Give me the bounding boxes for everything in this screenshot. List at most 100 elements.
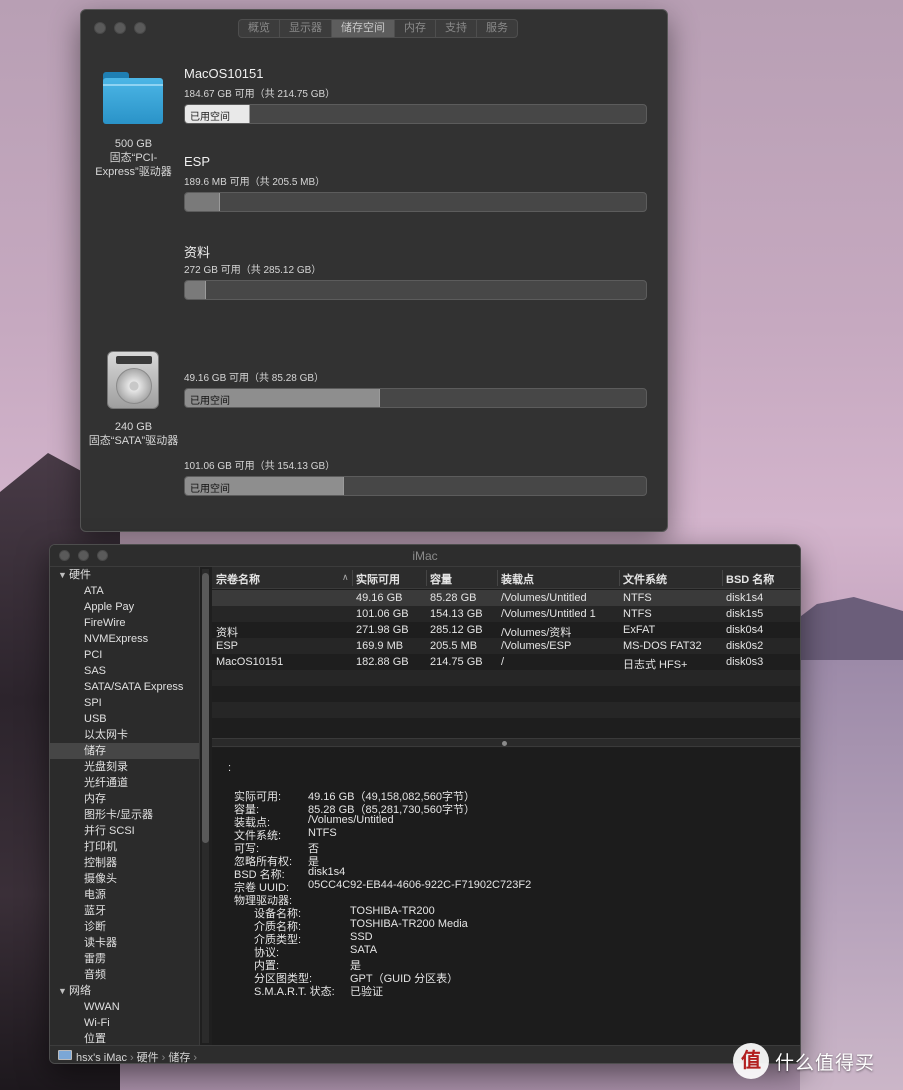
imac-icon bbox=[58, 1050, 72, 1060]
table-row[interactable]: MacOS10151 182.88 GB 214.75 GB / 日志式 HFS+ dis… bbox=[212, 654, 800, 671]
storage-bar[interactable] bbox=[184, 192, 647, 212]
table-row[interactable]: ESP 169.9 MB 205.5 MB/Volumes/ESP MS-DOS FA… bbox=[212, 638, 800, 654]
storage-bar[interactable]: 已用空间 bbox=[184, 388, 647, 408]
sidebar-item[interactable]: PCI bbox=[50, 647, 199, 663]
sort-ascending-icon[interactable]: ∧ bbox=[342, 572, 349, 583]
content-pane: 宗卷名称 ∧ 实际可用 容量 装载点 文件系统 BSD 名称 49.16 GB 8… bbox=[212, 567, 800, 1045]
disclosure-triangle-icon[interactable]: ▼ bbox=[58, 983, 69, 999]
sidebar-item[interactable]: 音频 bbox=[50, 967, 199, 983]
divider-handle-icon[interactable] bbox=[502, 741, 507, 746]
sidebar-item[interactable]: 打印机 bbox=[50, 839, 199, 855]
sidebar-item[interactable]: 光纤通道 bbox=[50, 775, 199, 791]
cell-bsd-name: disk0s3 bbox=[726, 656, 764, 668]
sidebar-item[interactable]: 位置 bbox=[50, 1031, 199, 1045]
breadcrumb-hardware[interactable]: 硬件 bbox=[137, 1052, 159, 1063]
physical-drive-value: TOSHIBA-TR200 bbox=[350, 905, 435, 917]
cell-capacity: 285.12 GB bbox=[430, 624, 483, 636]
tab-displays[interactable]: 显示器 bbox=[280, 20, 332, 37]
cell-capacity: 154.13 GB bbox=[430, 608, 483, 620]
cell-mount-point: /Volumes/Untitled bbox=[501, 592, 587, 604]
volume-available: 49.16 GB 可用（共 85.28 GB） bbox=[184, 373, 325, 384]
cell-available: 49.16 GB bbox=[356, 592, 403, 604]
scrollbar-thumb[interactable] bbox=[202, 573, 209, 843]
sidebar-item[interactable]: SPI bbox=[50, 695, 199, 711]
empty-table-row bbox=[212, 702, 800, 718]
sidebar-group[interactable]: ▼ 网络 bbox=[50, 983, 199, 999]
sidebar-item[interactable]: 摄像头 bbox=[50, 871, 199, 887]
cell-available: 182.88 GB bbox=[356, 656, 409, 668]
storage-bar[interactable]: 已用空间 bbox=[184, 104, 647, 124]
physical-drive-value: 已验证 bbox=[350, 986, 383, 998]
column-divider[interactable] bbox=[426, 570, 427, 586]
sidebar-item[interactable]: 控制器 bbox=[50, 855, 199, 871]
column-divider[interactable] bbox=[619, 570, 620, 586]
sidebar-scrollbar[interactable] bbox=[202, 569, 209, 1043]
sidebar-item[interactable]: Wi-Fi bbox=[50, 1015, 199, 1031]
window-title: iMac bbox=[412, 549, 438, 563]
sidebar-item[interactable]: 诊断 bbox=[50, 919, 199, 935]
used-space-label: 已用空间 bbox=[190, 484, 230, 495]
sidebar-item[interactable]: SATA/SATA Express bbox=[50, 679, 199, 695]
column-divider[interactable] bbox=[497, 570, 498, 586]
cell-file-system: MS-DOS FAT32 bbox=[623, 640, 702, 652]
sidebar-item[interactable]: 以太网卡 bbox=[50, 727, 199, 743]
sidebar-item[interactable]: WWAN bbox=[50, 999, 199, 1015]
minimize-button[interactable] bbox=[114, 22, 126, 34]
sidebar-item[interactable]: 内存 bbox=[50, 791, 199, 807]
column-header-available[interactable]: 实际可用 bbox=[356, 571, 400, 587]
table-row[interactable]: 101.06 GB 154.13 GB/Volumes/Untitled 1 NTF… bbox=[212, 606, 800, 622]
sidebar-item[interactable]: 蓝牙 bbox=[50, 903, 199, 919]
column-header-mount-point[interactable]: 装载点 bbox=[501, 571, 534, 587]
used-space-fill bbox=[185, 193, 221, 211]
path-bar: hsx's iMac › 硬件 › 储存 › bbox=[50, 1045, 800, 1064]
storage-bar[interactable]: 已用空间 bbox=[184, 476, 647, 496]
system-information-window: iMac ▼ 硬件 ATA Apple Pay FireWire NVMExpress PC… bbox=[49, 544, 801, 1064]
breadcrumb-storage[interactable]: 储存 bbox=[168, 1052, 190, 1063]
column-header-bsd-name[interactable]: BSD 名称 bbox=[726, 571, 774, 587]
zoom-button[interactable] bbox=[134, 22, 146, 34]
sidebar-item[interactable]: 并行 SCSI bbox=[50, 823, 199, 839]
tab-service[interactable]: 服务 bbox=[477, 20, 517, 37]
column-divider[interactable] bbox=[352, 570, 353, 586]
breadcrumb-computer[interactable]: hsx's iMac bbox=[76, 1052, 127, 1063]
cell-file-system: NTFS bbox=[623, 592, 652, 604]
breadcrumb: hsx's iMac › 硬件 › 储存 › bbox=[76, 1049, 200, 1064]
drive-caption-sata: 240 GB 固态“SATA”驱动器 bbox=[81, 420, 186, 448]
column-header-file-system[interactable]: 文件系统 bbox=[623, 571, 667, 587]
cell-mount-point: / bbox=[501, 656, 505, 668]
sidebar-item[interactable]: ATA bbox=[50, 583, 199, 599]
chevron-right-icon: › bbox=[193, 1052, 198, 1064]
table-row[interactable]: 49.16 GB 85.28 GB/Volumes/Untitled NTFS dis… bbox=[212, 590, 800, 606]
disclosure-triangle-icon[interactable]: ▼ bbox=[58, 567, 69, 583]
sidebar-item[interactable]: 光盘刻录 bbox=[50, 759, 199, 775]
tab-storage[interactable]: 储存空间 bbox=[332, 20, 395, 37]
column-header-capacity[interactable]: 容量 bbox=[430, 571, 452, 587]
sidebar-item[interactable]: SAS bbox=[50, 663, 199, 679]
sidebar-group[interactable]: ▼ 硬件 bbox=[50, 567, 199, 583]
physical-drive-value: TOSHIBA-TR200 Media bbox=[350, 918, 468, 930]
split-view-divider[interactable] bbox=[212, 738, 800, 747]
sidebar-item[interactable]: Apple Pay bbox=[50, 599, 199, 615]
sidebar-item[interactable]: 读卡器 bbox=[50, 935, 199, 951]
detail-value: disk1s4 bbox=[308, 866, 346, 878]
table-row[interactable]: 资料 271.98 GB 285.12 GB/Volumes/资料 ExFAT disk… bbox=[212, 622, 800, 639]
column-header-volume-name[interactable]: 宗卷名称 bbox=[216, 571, 260, 587]
tab-memory[interactable]: 内存 bbox=[395, 20, 436, 37]
cell-volume-name: ESP bbox=[216, 640, 239, 652]
column-divider[interactable] bbox=[722, 570, 723, 586]
close-button[interactable] bbox=[94, 22, 106, 34]
watermark-logo: 值 bbox=[733, 1043, 769, 1079]
tab-support[interactable]: 支持 bbox=[436, 20, 477, 37]
sidebar-item[interactable]: NVMExpress bbox=[50, 631, 199, 647]
sidebar-item[interactable]: USB bbox=[50, 711, 199, 727]
sidebar-item[interactable]: 雷雳 bbox=[50, 951, 199, 967]
sidebar-item[interactable]: 图形卡/显示器 bbox=[50, 807, 199, 823]
sys-titlebar: iMac bbox=[50, 545, 800, 567]
cell-file-system: NTFS bbox=[623, 608, 652, 620]
sidebar-item[interactable]: 储存 bbox=[50, 743, 199, 759]
sidebar-item[interactable]: 电源 bbox=[50, 887, 199, 903]
storage-bar[interactable] bbox=[184, 280, 647, 300]
cell-capacity: 205.5 MB bbox=[430, 640, 478, 652]
tab-overview[interactable]: 概览 bbox=[239, 20, 280, 37]
sidebar-item[interactable]: FireWire bbox=[50, 615, 199, 631]
